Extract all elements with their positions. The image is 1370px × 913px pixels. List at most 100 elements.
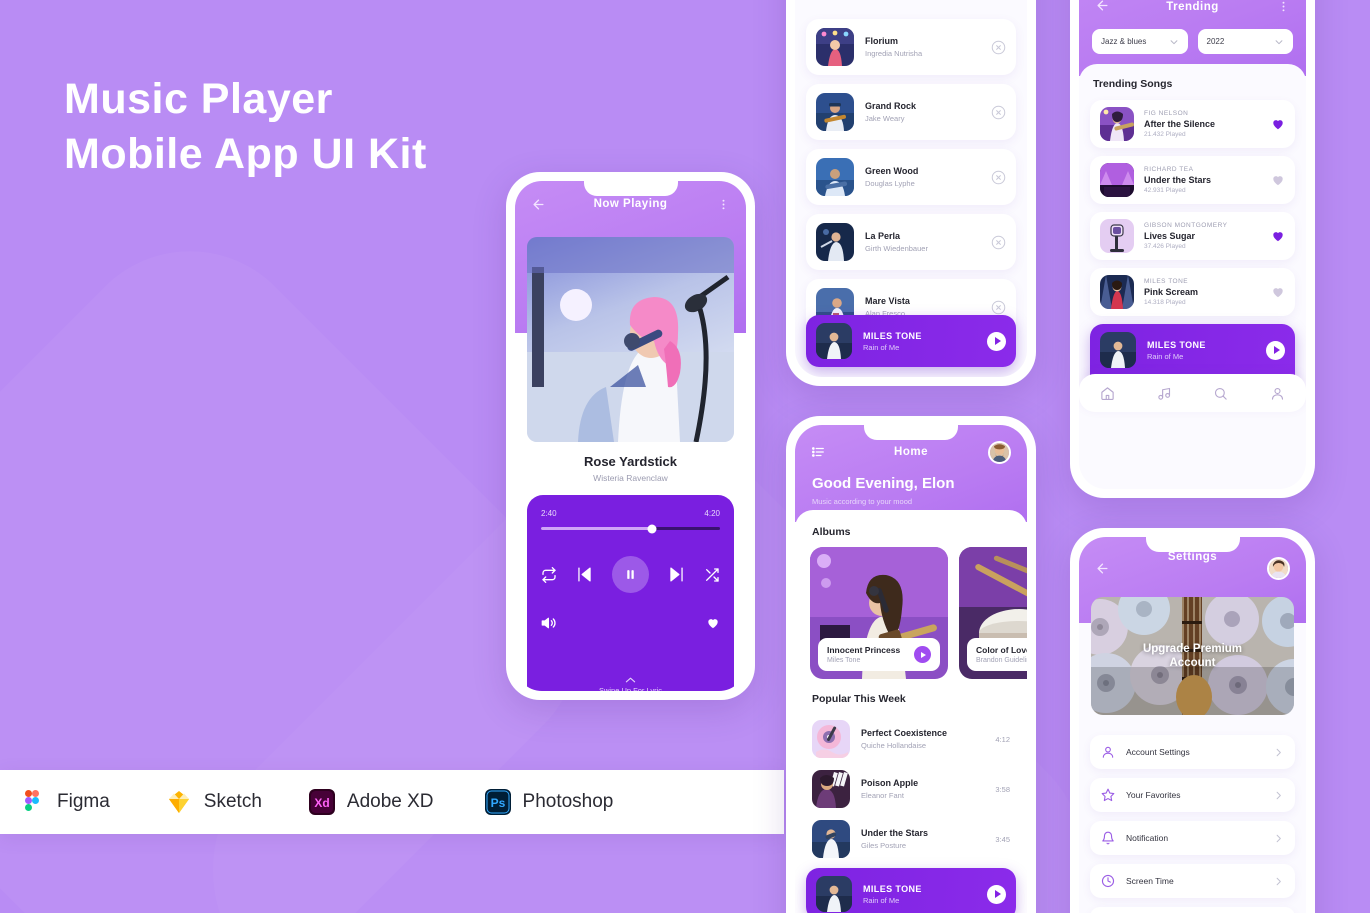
sketch-logo-icon <box>165 788 193 816</box>
arrow-left-icon[interactable] <box>531 197 546 212</box>
song-thumbnail <box>1100 107 1134 141</box>
now-playing-song-title: Rose Yardstick <box>584 454 677 469</box>
album-card[interactable]: Innocent Princess Miles Tone <box>810 547 948 679</box>
song-title: Pink Scream <box>1144 287 1199 297</box>
chevron-right-icon <box>1273 876 1284 887</box>
settings-item-screen-time[interactable]: Screen Time <box>1090 864 1295 898</box>
playlist-screen: Florium Ingredia Nutrisha Grand Rock Jak… <box>795 0 1027 377</box>
chevron-up-icon <box>625 676 636 684</box>
progress-fill <box>541 527 652 530</box>
progress-knob[interactable] <box>647 524 657 533</box>
year-filter-select[interactable]: 2022 <box>1197 29 1293 54</box>
chevron-right-icon <box>1273 833 1284 844</box>
user-avatar[interactable] <box>1267 556 1290 580</box>
mini-player-title: Rain of Me <box>863 895 900 905</box>
repeat-icon[interactable] <box>541 566 557 583</box>
list-item[interactable]: Poison Apple Eleanor Fant 3:58 <box>795 764 1027 814</box>
shuffle-icon[interactable] <box>704 567 720 583</box>
song-artist: Eleanor Fant <box>861 791 904 800</box>
play-icon[interactable] <box>987 884 1006 904</box>
list-item[interactable]: Under the Stars Giles Posture 3:45 <box>795 814 1027 864</box>
more-vertical-icon[interactable] <box>717 198 730 211</box>
album-info: Color of Love Brandon Guidelines <box>967 638 1027 671</box>
settings-item-notification[interactable]: Notification <box>1090 821 1295 855</box>
settings-item-favorites[interactable]: Your Favorites <box>1090 778 1295 812</box>
photoshop-logo-icon: Ps <box>484 788 512 816</box>
pause-button[interactable] <box>612 556 649 593</box>
play-count: 37.426 Played <box>1144 243 1186 250</box>
chevron-right-icon <box>1273 747 1284 758</box>
list-item[interactable]: Grand Rock Jake Weary <box>806 84 1016 140</box>
list-item[interactable]: RICHARD TEA Under the Stars 42.931 Playe… <box>1090 156 1295 204</box>
mini-player-artist: MILES TONE <box>1147 339 1206 350</box>
close-circle-icon[interactable] <box>991 40 1006 55</box>
close-circle-icon[interactable] <box>991 105 1006 120</box>
heart-filled-icon[interactable] <box>706 616 720 630</box>
song-duration: 4:12 <box>995 734 1010 744</box>
settings-item-account[interactable]: Account Settings <box>1090 735 1295 769</box>
profile-icon[interactable] <box>1270 386 1285 401</box>
more-vertical-icon[interactable] <box>1277 0 1290 13</box>
star-icon <box>1101 788 1115 802</box>
song-title: Mare Vista <box>865 296 910 306</box>
list-item[interactable]: Florium Ingredia Nutrisha <box>806 19 1016 75</box>
upgrade-premium-card[interactable]: Upgrade Premium Account <box>1091 597 1294 715</box>
list-item[interactable]: MILES TONE Pink Scream 14.318 Played <box>1090 268 1295 316</box>
album-card[interactable]: Color of Love Brandon Guidelines <box>959 547 1027 679</box>
genre-filter-select[interactable]: Jazz & blues <box>1092 29 1188 54</box>
song-artist: Girth Wiedenbauer <box>865 244 928 253</box>
home-screen: Home Good Evening, Elon Music according … <box>795 425 1027 913</box>
trending-section-title: Trending Songs <box>1093 78 1173 90</box>
home-icon[interactable] <box>1100 386 1115 401</box>
list-item[interactable]: La Perla Girth Wiedenbauer <box>806 214 1016 270</box>
song-thumbnail <box>812 820 850 858</box>
phone-notch <box>864 425 958 440</box>
software-label: Sketch <box>203 791 262 812</box>
heart-outline-icon[interactable] <box>1271 173 1285 187</box>
heart-filled-icon[interactable] <box>1271 229 1285 243</box>
chevron-down-icon <box>1169 37 1179 47</box>
close-circle-icon[interactable] <box>991 300 1006 315</box>
mini-player-bar[interactable]: MILES TONE Rain of Me <box>806 868 1016 913</box>
play-icon[interactable] <box>1266 340 1285 360</box>
arrow-left-icon[interactable] <box>1095 561 1110 576</box>
settings-item-partial[interactable] <box>1090 907 1295 913</box>
music-note-icon[interactable] <box>1157 386 1172 401</box>
list-item[interactable]: Perfect Coexistence Quiche Hollandaise 4… <box>795 714 1027 764</box>
song-artist: FIG NELSON <box>1144 110 1189 117</box>
phone-settings-screen: Settings Upgrade Premium Account Account… <box>1070 528 1315 913</box>
list-item[interactable]: GIBSON MONTGOMERY Lives Sugar 37.426 Pla… <box>1090 212 1295 260</box>
albums-carousel[interactable]: Innocent Princess Miles Tone Color of Lo… <box>795 547 1027 679</box>
now-playing-song-artist: Wisteria Ravenclaw <box>593 473 668 483</box>
album-name: Color of Love <box>976 645 1027 655</box>
list-item[interactable]: FIG NELSON After the Silence 21.432 Play… <box>1090 100 1295 148</box>
clock-icon <box>1101 874 1115 888</box>
progress-slider[interactable] <box>541 524 720 533</box>
bottom-tab-bar[interactable] <box>1079 374 1306 412</box>
arrow-left-icon[interactable] <box>1095 0 1110 13</box>
album-artwork <box>527 237 734 442</box>
search-icon[interactable] <box>1213 386 1228 401</box>
close-circle-icon[interactable] <box>991 235 1006 250</box>
skip-back-icon[interactable] <box>575 565 594 584</box>
heart-outline-icon[interactable] <box>1271 285 1285 299</box>
play-icon[interactable] <box>914 646 931 663</box>
bell-icon <box>1101 831 1115 845</box>
skip-forward-icon[interactable] <box>667 565 686 584</box>
list-icon[interactable] <box>811 445 825 459</box>
play-icon[interactable] <box>987 331 1006 351</box>
song-thumbnail <box>1100 275 1134 309</box>
heart-filled-icon[interactable] <box>1271 117 1285 131</box>
volume-icon[interactable] <box>541 615 557 631</box>
close-circle-icon[interactable] <box>991 170 1006 185</box>
svg-text:Ps: Ps <box>490 796 505 810</box>
list-item[interactable]: Green Wood Douglas Lyphe <box>806 149 1016 205</box>
user-avatar[interactable] <box>988 440 1011 464</box>
phone-home-screen: Home Good Evening, Elon Music according … <box>786 416 1036 913</box>
swipe-up-lyric-hint[interactable]: Swipe Up For Lyric <box>527 676 734 691</box>
song-artist: GIBSON MONTGOMERY <box>1144 222 1228 229</box>
page-title: Music Player Mobile App UI Kit <box>64 75 427 178</box>
album-artist: Miles Tone <box>827 657 861 664</box>
mini-player-bar[interactable]: MILES TONE Rain of Me <box>806 315 1016 367</box>
song-duration: 3:58 <box>995 784 1010 794</box>
